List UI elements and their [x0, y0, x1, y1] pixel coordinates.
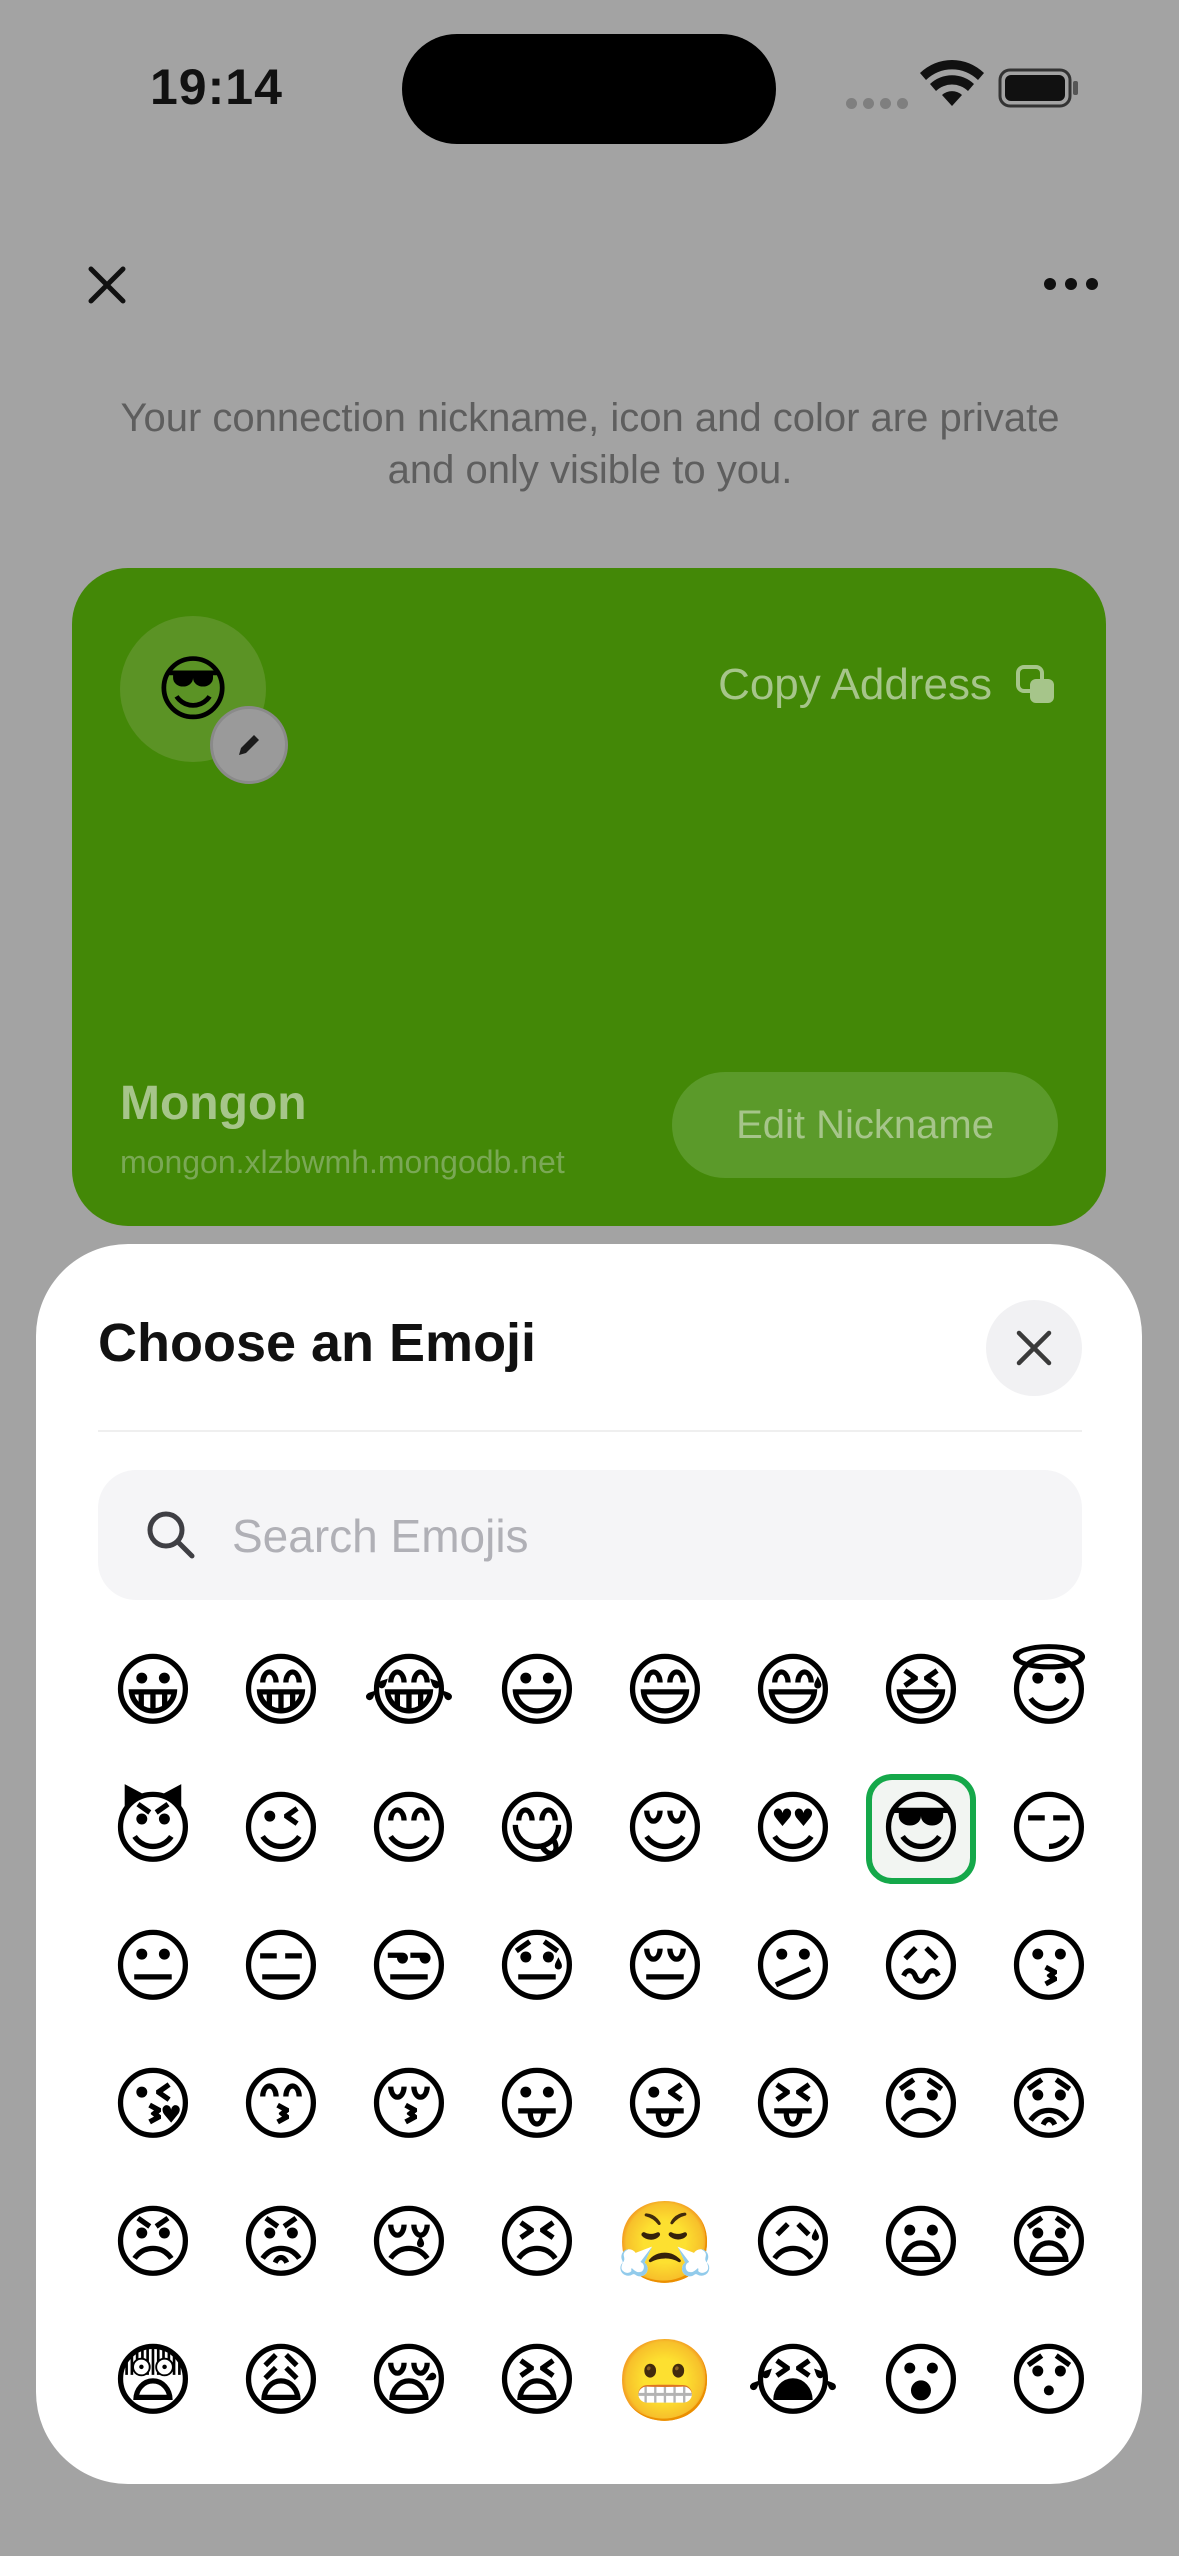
close-icon — [88, 266, 126, 304]
emoji-option[interactable]: 😑 — [226, 1912, 336, 2022]
emoji-option[interactable]: 😔 — [610, 1912, 720, 2022]
emoji-option[interactable]: 😭 — [738, 2326, 848, 2436]
wifi-icon — [920, 60, 984, 106]
emoji-option[interactable]: 😃 — [482, 1636, 592, 1746]
emoji-option[interactable]: 😘 — [98, 2050, 208, 2160]
sheet-title: Choose an Emoji — [98, 1313, 537, 1373]
privacy-note: Your connection nickname, icon and color… — [120, 396, 1060, 492]
emoji-option[interactable]: 😇 — [994, 1636, 1104, 1746]
emoji-option[interactable]: 😕 — [738, 1912, 848, 2022]
emoji-option[interactable]: 😉 — [226, 1774, 336, 1884]
connection-card: 😎 Copy Address Mongon mongon.xlzbwmh.mon… — [72, 568, 1106, 1226]
emoji-option[interactable]: 😌 — [610, 1774, 720, 1884]
emoji-option[interactable]: 😚 — [354, 2050, 464, 2160]
emoji-option[interactable]: 😄 — [610, 1636, 720, 1746]
emoji-option[interactable]: 😛 — [482, 2050, 592, 2160]
search-icon — [147, 1511, 195, 1559]
emoji-option[interactable]: 😠 — [98, 2188, 208, 2298]
sheet-close-button[interactable] — [986, 1300, 1082, 1396]
emoji-option[interactable]: 😅 — [738, 1636, 848, 1746]
emoji-option[interactable]: 😆 — [866, 1636, 976, 1746]
emoji-option[interactable]: 😒 — [354, 1912, 464, 2022]
edit-avatar-button[interactable] — [210, 706, 288, 784]
emoji-option[interactable]: 😐 — [98, 1912, 208, 2022]
emoji-option[interactable]: 😝 — [738, 2050, 848, 2160]
search-field[interactable] — [98, 1470, 1082, 1602]
status-time: 19:14 — [150, 59, 283, 115]
emoji-grid: 😀 😁 😂 😃 😄 😅 😆 😇 😈 😉 😊 😋 😌 😍 😎 😏 😐 😑 😒 😓 😔 😕 😖 😗 😘 😙 😚 😛 😜 😝 😞 😟 😠 😡 😢 😣 😤 😥 😦 😧… — [98, 1636, 1122, 2464]
emoji-option[interactable]: 😂 — [354, 1636, 464, 1746]
emoji-option[interactable]: 😦 — [866, 2188, 976, 2298]
connection-host: mongon.xlzbwmh.mongodb.net — [120, 1144, 565, 1180]
emoji-option[interactable]: 😈 — [98, 1774, 208, 1884]
emoji-option[interactable]: 😋 — [482, 1774, 592, 1884]
emoji-option[interactable]: 😣 — [482, 2188, 592, 2298]
emoji-option[interactable]: 😫 — [482, 2326, 592, 2436]
emoji-option[interactable]: 😙 — [226, 2050, 336, 2160]
emoji-option[interactable]: 😡 — [226, 2188, 336, 2298]
emoji-option[interactable]: 😯 — [994, 2326, 1104, 2436]
copy-icon — [1016, 665, 1054, 703]
emoji-option[interactable]: 😪 — [354, 2326, 464, 2436]
close-icon — [1016, 1330, 1052, 1366]
emoji-option[interactable]: 😖 — [866, 1912, 976, 2022]
emoji-picker-sheet: Choose an Emoji 😀😁😂😃😄😅😆😇 😈😉😊😋😌😍😎😏 😐😑😒😓😔😕😖😗… — [36, 1244, 1142, 2484]
emoji-option[interactable]: 😀 — [98, 1636, 208, 1746]
more-options-button[interactable] — [1040, 264, 1102, 304]
emoji-option[interactable]: 😏 — [994, 1774, 1104, 1884]
emoji-option[interactable]: 😥 — [738, 2188, 848, 2298]
copy-address-label: Copy Address — [718, 660, 992, 709]
close-button[interactable] — [78, 256, 136, 314]
emoji-option[interactable]: 😁 — [226, 1636, 336, 1746]
emoji-option[interactable]: 😩 — [226, 2326, 336, 2436]
emoji-option[interactable]: 😟 — [994, 2050, 1104, 2160]
emoji-option[interactable]: 😨 — [98, 2326, 208, 2436]
cellular-signal-icon — [846, 98, 908, 109]
copy-address-button[interactable]: Copy Address — [718, 660, 1056, 710]
emoji-option[interactable]: 😮 — [866, 2326, 976, 2436]
edit-nickname-button[interactable]: Edit Nickname — [672, 1072, 1058, 1178]
search-input[interactable] — [230, 1470, 1054, 1602]
emoji-option[interactable]: 😧 — [994, 2188, 1104, 2298]
battery-icon — [998, 68, 1078, 108]
connection-name: Mongon — [120, 1077, 307, 1130]
emoji-option[interactable]: 😎 — [866, 1774, 976, 1884]
emoji-option[interactable]: 😊 — [354, 1774, 464, 1884]
emoji-option[interactable]: 😬 — [610, 2326, 720, 2436]
emoji-option[interactable]: 😗 — [994, 1912, 1104, 2022]
pencil-icon — [239, 735, 259, 755]
emoji-option[interactable]: 😢 — [354, 2188, 464, 2298]
emoji-option[interactable]: 😍 — [738, 1774, 848, 1884]
emoji-option[interactable]: 😤 — [610, 2188, 720, 2298]
emoji-option[interactable]: 😜 — [610, 2050, 720, 2160]
divider — [98, 1430, 1082, 1432]
ellipsis-icon — [1044, 278, 1098, 290]
dynamic-island — [402, 34, 776, 144]
emoji-option[interactable]: 😓 — [482, 1912, 592, 2022]
emoji-option[interactable]: 😞 — [866, 2050, 976, 2160]
